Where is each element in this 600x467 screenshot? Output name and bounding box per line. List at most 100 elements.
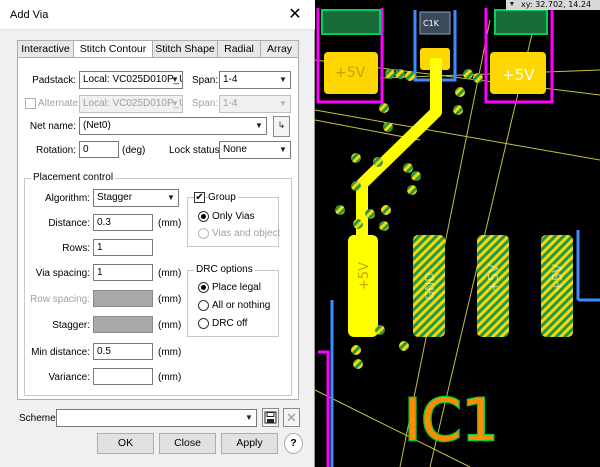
via — [385, 69, 395, 79]
rotation-unit: (deg) — [122, 145, 146, 156]
alt-span-select[interactable]: 1-4 ▼ — [219, 95, 291, 113]
chevron-down-icon: ▼ — [167, 193, 175, 202]
tab-interactive[interactable]: Interactive — [17, 40, 74, 58]
alt-span-value: 1-4 — [223, 98, 238, 109]
all-or-nothing-radio[interactable] — [198, 300, 209, 311]
chevron-down-icon[interactable]: ▼ — [506, 0, 518, 10]
net-pick-icon[interactable]: ↳ — [273, 116, 290, 137]
via — [381, 205, 391, 215]
scheme-select[interactable]: ▼ — [56, 409, 257, 427]
span-select[interactable]: 1-4 ▼ — [219, 71, 291, 89]
via — [453, 105, 463, 115]
span-value: 1-4 — [223, 74, 238, 85]
via — [351, 181, 361, 191]
via — [351, 153, 361, 163]
net-name-select[interactable]: (Net0) ▼ — [79, 117, 267, 135]
only-vias-radio[interactable] — [198, 211, 209, 222]
chevron-down-icon: ▼ — [171, 75, 179, 84]
drc-off-radio[interactable] — [198, 318, 209, 329]
dialog-title: Add Via — [10, 9, 49, 21]
ok-button[interactable]: OK — [97, 433, 154, 454]
min-distance-input[interactable]: 0.5 — [93, 343, 153, 360]
algorithm-value: Stagger — [97, 192, 133, 203]
row-spacing-unit: (mm) — [158, 294, 182, 305]
tab-radial[interactable]: Radial — [218, 40, 261, 58]
stagger-unit: (mm) — [158, 320, 182, 331]
via — [353, 219, 363, 229]
via — [473, 73, 483, 83]
distance-input[interactable]: 0.3 — [93, 214, 153, 231]
save-icon[interactable] — [262, 408, 279, 427]
via — [335, 205, 345, 215]
alternate-label: Alternate: — [38, 98, 81, 109]
lock-status-label: Lock status: — [169, 145, 223, 156]
close-icon[interactable]: ✕ — [283, 3, 307, 27]
variance-label: Variance: — [48, 372, 90, 383]
help-icon[interactable]: ? — [284, 433, 303, 454]
pad-label: +5V — [357, 262, 372, 290]
tab-stitch-shape[interactable]: Stitch Shape — [153, 40, 218, 58]
span-label: Span: — [192, 75, 219, 86]
alternate-checkbox[interactable] — [25, 98, 36, 109]
net-name-value: (Net0) — [83, 120, 111, 131]
via — [379, 221, 389, 231]
vias-and-object-radio[interactable] — [198, 228, 209, 239]
lock-status-value: None — [223, 144, 247, 155]
via-spacing-input[interactable]: 1 — [93, 264, 153, 281]
tab-array[interactable]: Array — [261, 40, 299, 58]
net-name-label: Net name: — [29, 121, 76, 132]
algorithm-select[interactable]: Stagger ▼ — [93, 189, 179, 207]
rows-input[interactable]: 1 — [93, 239, 153, 256]
group-checkbox[interactable]: ✔ — [194, 192, 205, 203]
chevron-down-icon: ▼ — [279, 145, 287, 154]
all-or-nothing-label: All or nothing — [212, 300, 271, 311]
tab-stitch-contour[interactable]: Stitch Contour — [74, 40, 153, 58]
chevron-down-icon: ▼ — [279, 75, 287, 84]
via — [383, 122, 393, 132]
place-legal-label: Place legal — [212, 282, 261, 293]
drc-off-label: DRC off — [212, 318, 248, 329]
chevron-down-icon: ▼ — [171, 99, 179, 108]
rotation-label: Rotation: — [35, 145, 76, 156]
algorithm-label: Algorithm: — [44, 193, 90, 204]
via — [353, 359, 363, 369]
place-legal-radio[interactable] — [198, 282, 209, 293]
pad-label: C1K — [423, 19, 440, 28]
min-distance-unit: (mm) — [158, 347, 182, 358]
row-spacing-label: Row spacing: — [29, 294, 90, 305]
delete-icon[interactable]: ✕ — [283, 408, 300, 427]
pad-label: +5V — [487, 264, 502, 292]
close-button[interactable]: Close — [159, 433, 216, 454]
alt-span-label: Span: — [192, 98, 219, 109]
via — [405, 71, 415, 81]
via — [373, 157, 383, 167]
padstack-select[interactable]: Local: VC025D010P_U ▼ — [79, 71, 183, 89]
pad-label: GND — [423, 272, 437, 300]
distance-unit: (mm) — [158, 218, 182, 229]
group-groupbox — [187, 197, 279, 247]
via — [403, 163, 413, 173]
rotation-input[interactable]: 0 — [79, 141, 119, 158]
lock-status-select[interactable]: None ▼ — [219, 141, 291, 159]
row-spacing-input[interactable] — [93, 290, 153, 307]
scheme-label: Scheme: — [19, 413, 59, 424]
via-spacing-unit: (mm) — [158, 268, 182, 279]
via — [365, 209, 375, 219]
rows-label: Rows: — [62, 243, 90, 254]
chevron-down-icon: ▼ — [279, 99, 287, 108]
component-ref: IC1 — [404, 386, 499, 454]
alternate-select[interactable]: Local: VC025D010P_U ▼ — [79, 95, 183, 113]
coordinate-readout: xy: 32.702, 14.24 — [518, 0, 600, 10]
stagger-input[interactable] — [93, 316, 153, 333]
variance-input[interactable] — [93, 368, 153, 385]
dialog-titlebar: Add Via ✕ — [0, 0, 315, 30]
variance-unit: (mm) — [158, 372, 182, 383]
via-spacing-label: Via spacing: — [35, 268, 90, 279]
distance-label: Distance: — [48, 218, 90, 229]
only-vias-label: Only Vias — [212, 211, 255, 222]
pad-label: +5V — [502, 66, 535, 84]
apply-button[interactable]: Apply — [221, 433, 278, 454]
stagger-label: Stagger: — [52, 320, 90, 331]
via — [407, 185, 417, 195]
pad-label: +5V — [335, 65, 366, 81]
